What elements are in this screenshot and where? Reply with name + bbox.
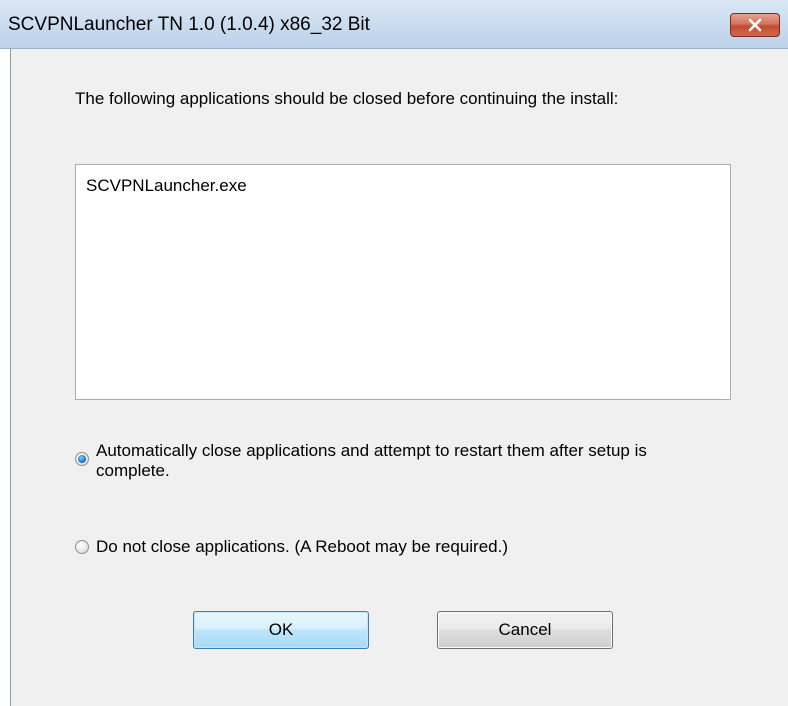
applications-list[interactable]: SCVPNLauncher.exe	[75, 164, 731, 400]
do-not-close-label[interactable]: Do not close applications. (A Reboot may…	[96, 537, 696, 557]
window-title: SCVPNLauncher TN 1.0 (1.0.4) x86_32 Bit	[8, 14, 370, 35]
list-item[interactable]: SCVPNLauncher.exe	[86, 176, 247, 196]
cancel-button[interactable]: Cancel	[437, 611, 613, 649]
dialog-body: The following applications should be clo…	[10, 49, 788, 706]
close-icon	[748, 18, 762, 32]
auto-close-option[interactable]: Automatically close applications and att…	[75, 441, 696, 481]
ok-button[interactable]: OK	[193, 611, 369, 649]
do-not-close-radio[interactable]	[75, 540, 89, 554]
auto-close-radio[interactable]	[75, 452, 89, 466]
auto-close-label[interactable]: Automatically close applications and att…	[96, 441, 696, 481]
prompt-text: The following applications should be clo…	[75, 89, 619, 108]
title-bar[interactable]: SCVPNLauncher TN 1.0 (1.0.4) x86_32 Bit	[0, 0, 788, 49]
do-not-close-option[interactable]: Do not close applications. (A Reboot may…	[75, 537, 696, 557]
installer-dialog-window: SCVPNLauncher TN 1.0 (1.0.4) x86_32 Bit …	[0, 0, 788, 706]
close-button[interactable]	[730, 13, 780, 37]
